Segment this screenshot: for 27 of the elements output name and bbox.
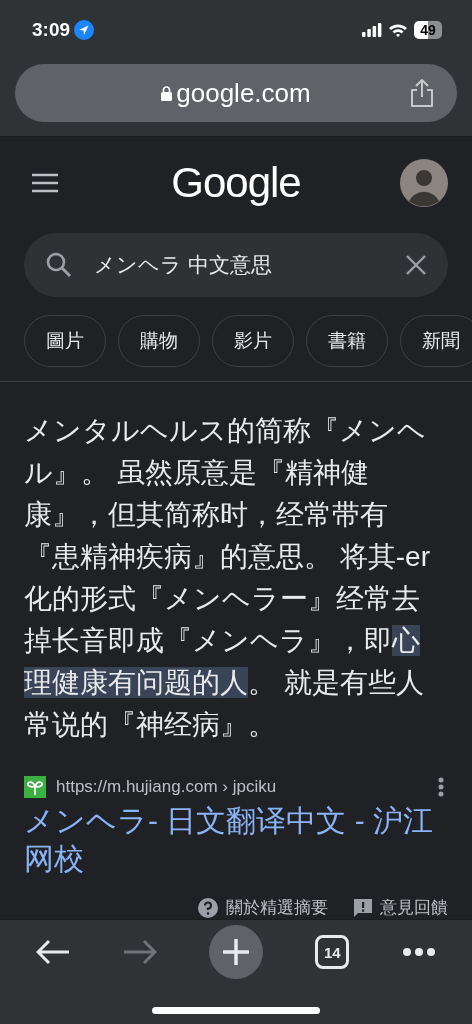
result-title-link[interactable]: メンヘラ- 日文翻译中文 - 沪江网校 <box>24 802 434 878</box>
signal-icon <box>362 23 382 37</box>
plus-icon <box>221 938 250 966</box>
lock-icon <box>161 85 173 101</box>
new-tab-button[interactable] <box>208 925 263 979</box>
snippet-text: メンタルヘルス的简称『メンヘル』。 虽然原意是『精神健康』，但其简称时，经常带有『患精神疾病』的意思。 将其-er化的形式『メンヘラー』经常去掉长音即成『メンヘラ』，即心理健康有问题的人。 就是有些人常说的『神经病』。 <box>24 414 431 742</box>
search-icon <box>46 252 72 278</box>
close-icon[interactable] <box>406 255 426 275</box>
avatar[interactable] <box>400 159 448 207</box>
more-icon[interactable] <box>438 777 444 797</box>
battery-level: 49 <box>414 21 442 39</box>
sprout-icon <box>24 776 46 798</box>
url-text: google.com <box>161 77 311 109</box>
back-arrow-icon[interactable] <box>36 939 71 965</box>
share-icon[interactable] <box>409 78 435 108</box>
menu-icon[interactable] <box>32 173 58 193</box>
more-icon[interactable] <box>401 947 436 957</box>
feedback-icon <box>354 898 372 917</box>
source-url: https://m.hujiang.com › jpciku <box>56 777 277 797</box>
clock-time: 3:09 <box>32 19 71 41</box>
about-link[interactable]: 關於精選摘要 <box>198 896 328 919</box>
tab-count-button[interactable]: 14 <box>315 935 350 969</box>
address-bar[interactable]: google.com <box>15 64 457 122</box>
search-field[interactable]: メンヘラ 中文意思 <box>24 233 448 297</box>
wifi-icon <box>388 23 408 37</box>
google-logo: Google <box>171 159 301 207</box>
feedback-link[interactable]: 意見回饋 <box>354 896 448 919</box>
